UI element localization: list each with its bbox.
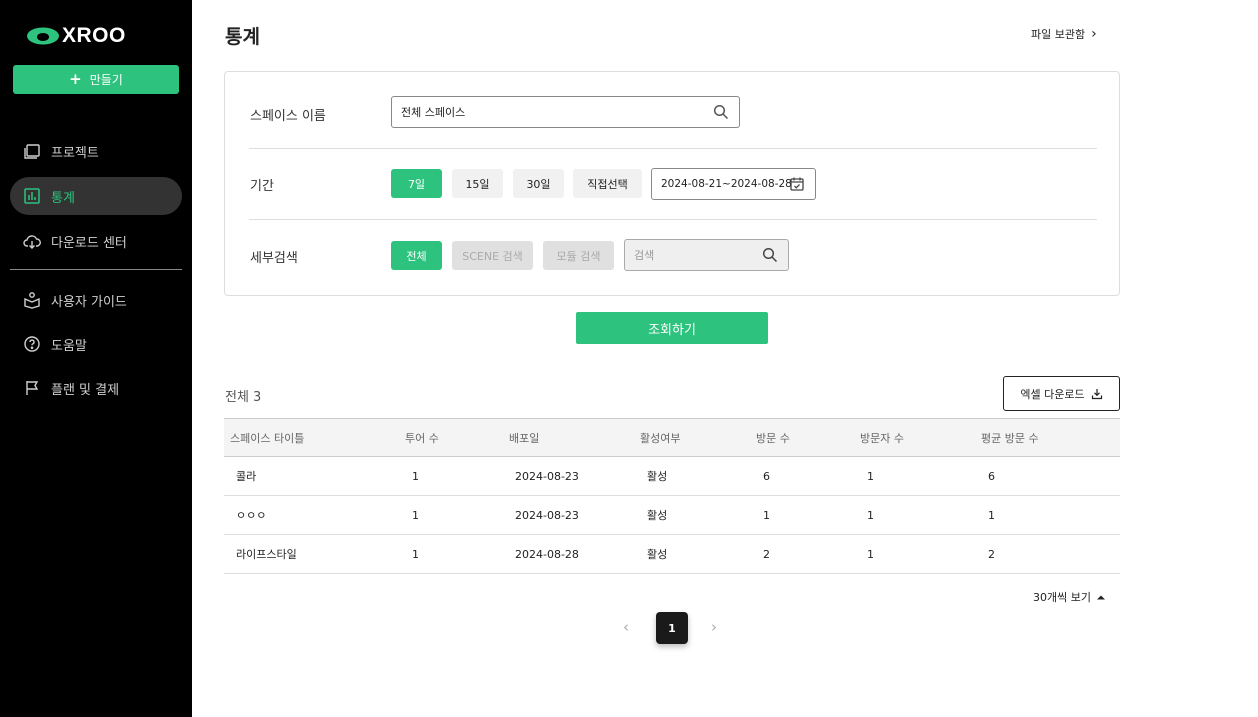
detail-all-button[interactable]: 전체 [391, 241, 442, 270]
sidebar-item-help[interactable]: 도움말 [10, 325, 182, 363]
sidebar: XROO + 만들기 프로젝트 통계 다운로드 센터 사용자 가이드 도움말 플… [0, 0, 192, 717]
space-title-cell[interactable]: ㅇㅇㅇ [236, 496, 266, 534]
cloud-download-icon [23, 235, 41, 249]
chevron-right-icon: › [1091, 26, 1097, 42]
query-button[interactable]: 조회하기 [576, 312, 768, 344]
deploy-date-cell: 2024-08-23 [515, 508, 579, 522]
visitors-cell: 1 [867, 547, 874, 561]
space-title-cell[interactable]: 콜라 [236, 457, 256, 495]
period-15d-button[interactable]: 15일 [452, 169, 503, 198]
column-header: 활성여부 [640, 431, 681, 445]
search-icon[interactable] [762, 247, 778, 263]
page-number-button[interactable]: 1 [656, 612, 688, 644]
column-header: 스페이스 타이틀 [230, 431, 305, 445]
create-button-label: 만들기 [89, 73, 123, 87]
calendar-icon[interactable] [789, 176, 805, 192]
visitors-cell: 1 [867, 508, 874, 522]
date-range-input[interactable]: 2024-08-21~2024-08-28 [651, 168, 816, 200]
file-archive-link[interactable]: 파일 보관함 › [1031, 26, 1097, 42]
flag-icon [26, 381, 39, 395]
sidebar-item-download-center[interactable]: 다운로드 센터 [10, 222, 182, 260]
sidebar-item-user-guide[interactable]: 사용자 가이드 [10, 281, 182, 319]
plus-icon: + [69, 70, 82, 88]
period-custom-button[interactable]: 직접선택 [573, 169, 642, 198]
space-name-input[interactable]: 전체 스페이스 [391, 96, 740, 128]
table-row[interactable]: ㅇㅇㅇ 1 2024-08-23 활성 1 1 1 [224, 496, 1120, 535]
visits-cell: 2 [763, 547, 770, 561]
active-status-cell: 활성 [647, 470, 668, 483]
tour-count-cell: 1 [412, 547, 419, 561]
tour-count-cell: 1 [412, 508, 419, 522]
folder-icon [24, 144, 40, 159]
guide-icon [24, 292, 40, 309]
deploy-date-cell: 2024-08-23 [515, 469, 579, 483]
filter-divider [249, 219, 1097, 220]
file-archive-label: 파일 보관함 [1031, 28, 1086, 41]
column-header: 평균 방문 수 [981, 431, 1039, 445]
detail-search-label: 세부검색 [250, 251, 298, 266]
total-count: 전체 3 [225, 390, 262, 405]
sidebar-divider [10, 269, 182, 270]
column-header: 배포일 [509, 431, 540, 445]
space-name-label: 스페이스 이름 [250, 109, 326, 124]
chart-icon [24, 188, 40, 204]
caret-up-icon [1096, 595, 1105, 600]
prev-page-button[interactable]: ‹ [623, 618, 629, 636]
sidebar-item-label: 플랜 및 결제 [51, 382, 120, 398]
statistics-table: 스페이스 타이틀 투어 수 배포일 활성여부 방문 수 방문자 수 평균 방문 … [224, 418, 1120, 574]
tour-count-cell: 1 [412, 469, 419, 483]
scene-search-button[interactable]: SCENE 검색 [452, 241, 533, 270]
period-label: 기간 [250, 179, 274, 194]
create-button[interactable]: + 만들기 [13, 65, 179, 94]
filter-divider [249, 148, 1097, 149]
sidebar-item-label: 사용자 가이드 [51, 294, 127, 310]
sidebar-item-label: 통계 [51, 190, 75, 206]
period-7d-button[interactable]: 7일 [391, 169, 442, 198]
search-icon[interactable] [713, 104, 729, 120]
table-row[interactable]: 콜라 1 2024-08-23 활성 6 1 6 [224, 457, 1120, 496]
visits-cell: 6 [763, 469, 770, 483]
avg-visits-cell: 2 [988, 547, 995, 561]
date-range-value: 2024-08-21~2024-08-28 [661, 178, 792, 190]
module-search-button[interactable]: 모듈 검색 [543, 241, 614, 270]
logo-icon [27, 27, 59, 45]
table-header: 스페이스 타이틀 투어 수 배포일 활성여부 방문 수 방문자 수 평균 방문 … [224, 418, 1120, 457]
column-header: 투어 수 [405, 431, 439, 445]
logo[interactable]: XROO [26, 24, 126, 48]
sidebar-item-plan-billing[interactable]: 플랜 및 결제 [10, 369, 182, 407]
per-page-label: 30개씩 보기 [1033, 591, 1091, 604]
logo-text: XROO [62, 24, 126, 47]
page-title: 통계 [225, 26, 260, 48]
filter-panel: 스페이스 이름 전체 스페이스 기간 7일 15일 30일 직접선택 2024-… [224, 71, 1120, 296]
sidebar-item-label: 도움말 [51, 338, 87, 354]
space-title-cell[interactable]: 라이프스타일 [236, 535, 297, 573]
next-page-button[interactable]: › [711, 618, 717, 636]
sidebar-item-label: 프로젝트 [51, 145, 99, 161]
visitors-cell: 1 [867, 469, 874, 483]
avg-visits-cell: 1 [988, 508, 995, 522]
per-page-select[interactable]: 30개씩 보기 [1033, 589, 1105, 605]
period-30d-button[interactable]: 30일 [513, 169, 564, 198]
avg-visits-cell: 6 [988, 469, 995, 483]
detail-search-placeholder: 검색 [634, 249, 655, 262]
download-icon [1091, 388, 1102, 399]
excel-download-button[interactable]: 엑셀 다운로드 [1003, 376, 1120, 411]
table-row[interactable]: 라이프스타일 1 2024-08-28 활성 2 1 2 [224, 535, 1120, 574]
deploy-date-cell: 2024-08-28 [515, 547, 579, 561]
sidebar-item-projects[interactable]: 프로젝트 [10, 132, 182, 170]
help-icon [24, 336, 40, 352]
sidebar-item-label: 다운로드 센터 [51, 235, 127, 251]
column-header: 방문 수 [756, 431, 790, 445]
visits-cell: 1 [763, 508, 770, 522]
space-name-value: 전체 스페이스 [401, 106, 466, 119]
active-status-cell: 활성 [647, 509, 668, 522]
excel-download-label: 엑셀 다운로드 [1020, 387, 1085, 401]
sidebar-item-statistics[interactable]: 통계 [10, 177, 182, 215]
detail-search-input[interactable]: 검색 [624, 239, 789, 271]
column-header: 방문자 수 [860, 431, 904, 445]
active-status-cell: 활성 [647, 548, 668, 561]
